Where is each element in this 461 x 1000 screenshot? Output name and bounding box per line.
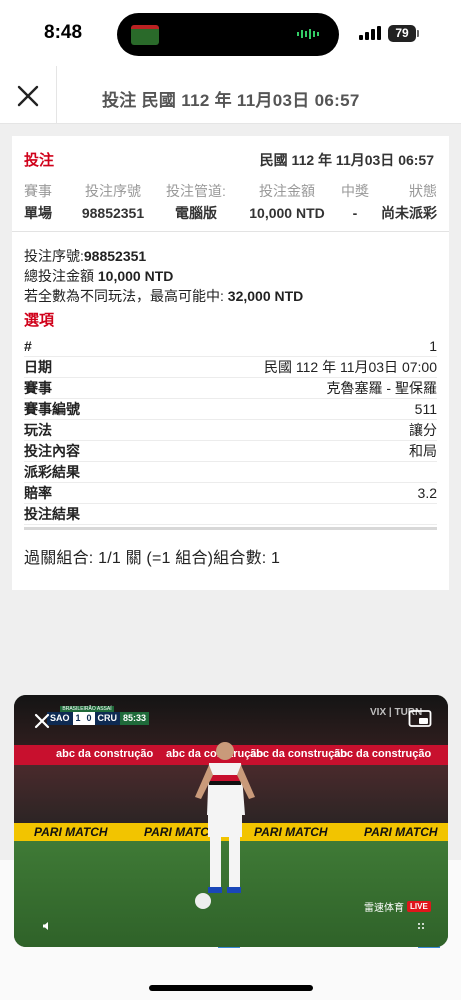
bet-summary: 投注 民國 112 年 11月03日 06:57 賽事 投注序號 投注管道: 投… [12, 136, 449, 232]
volume-icon[interactable] [42, 921, 52, 931]
soccer-player-figure [195, 742, 255, 909]
option-value: 1 [429, 338, 437, 354]
bet-date: 民國 112 年 11月03日 06:57 [259, 152, 434, 168]
battery-icon: 79 [388, 25, 416, 42]
bet-detail-card: 投注 民國 112 年 11月03日 06:57 賽事 投注序號 投注管道: 投… [12, 136, 449, 590]
summary-header: 狀態 [409, 183, 437, 199]
live-badge: LIVE [407, 901, 431, 912]
summary-value: 98852351 [81, 205, 145, 221]
away-score: 0 [83, 712, 95, 725]
options-title: 選項 [24, 312, 55, 329]
option-value: 讓分 [409, 422, 437, 438]
page-title: 投注 民國 112 年 11月03日 06:57 [102, 91, 360, 110]
total-line: 總投注金額 10,000 NTD [24, 266, 437, 286]
status-bar: 8:48 79 [0, 0, 461, 66]
option-key: 賠率 [24, 485, 52, 501]
option-row: 賽事 克魯塞羅 - 聖保羅 [24, 378, 437, 399]
bet-details: 投注序號:98852351 總投注金額 10,000 NTD 若全數為不同玩法，… [12, 232, 449, 568]
total-label: 總投注金額 [24, 268, 98, 284]
max-win-value: 32,000 NTD [227, 288, 304, 304]
home-score: 1 [72, 712, 84, 725]
option-value: 511 [414, 401, 437, 417]
option-key: 日期 [24, 359, 52, 375]
summary-header: 賽事 [24, 183, 52, 199]
summary-table: 賽事 投注序號 投注管道: 投注金額 中獎 狀態 單場 98852351 電腦版… [24, 180, 437, 224]
option-value: 3.2 [417, 485, 437, 501]
option-value: 和局 [409, 443, 437, 459]
close-icon[interactable] [32, 711, 52, 731]
summary-header-row: 賽事 投注序號 投注管道: 投注金額 中獎 狀態 [24, 180, 437, 202]
option-key: 派彩結果 [24, 464, 80, 480]
page-header: 投注 民國 112 年 11月03日 06:57 [0, 66, 461, 124]
match-clock: 85:33 [120, 712, 150, 725]
options-table: #1 日期 民國 112 年 11月03日 07:00 賽事 克魯塞羅 - 聖保羅 … [24, 336, 437, 530]
summary-value: 單場 [24, 205, 52, 221]
summary-value: - [352, 205, 358, 221]
option-key: 賽事編號 [24, 401, 80, 417]
watermark: 雷速体育 LIVE [364, 899, 431, 914]
summary-header: 投注序號 [85, 183, 141, 199]
options-divider [24, 527, 437, 530]
home-indicator[interactable] [149, 985, 313, 991]
pip-video-player[interactable]: abc da construção abc da construção abc … [14, 695, 448, 947]
combo-summary: 過關組合: 1/1 關 (=1 組合)組合數: 1 [24, 550, 281, 567]
serial-label: 投注序號: [24, 248, 84, 264]
option-row: #1 [24, 336, 437, 357]
option-row: 投注結果 [24, 504, 437, 525]
max-win-label: 若全數為不同玩法，最高可能中: [24, 288, 228, 304]
option-key: 賽事 [24, 380, 52, 396]
serial-value: 98852351 [83, 248, 147, 264]
summary-value: 10,000 NTD [249, 205, 325, 221]
option-key: 玩法 [24, 422, 52, 438]
watermark-text: 雷速体育 [364, 903, 404, 914]
option-row: 派彩結果 [24, 462, 437, 483]
option-row: 玩法 讓分 [24, 420, 437, 441]
sponsor-text: PARI MATCH [34, 825, 108, 839]
option-row: 賽事編號 511 [24, 399, 437, 420]
header-divider [56, 66, 57, 124]
pip-restore-icon[interactable] [408, 709, 432, 729]
option-row: 投注內容 和局 [24, 441, 437, 462]
summary-header: 投注金額 [259, 183, 315, 199]
summary-header: 投注管道: [166, 183, 226, 199]
option-key: 投注內容 [24, 443, 80, 459]
ad-text: abc da construção [56, 748, 154, 760]
close-icon[interactable] [10, 78, 46, 114]
serial-line: 投注序號:98852351 [24, 246, 437, 266]
max-win-line: 若全數為不同玩法，最高可能中: 32,000 NTD [24, 286, 437, 306]
option-row: 日期 民國 112 年 11月03日 07:00 [24, 357, 437, 378]
sponsor-text: PARI MATCH [364, 825, 438, 839]
ad-text: abc da construção [334, 748, 432, 760]
battery-tip [417, 30, 419, 37]
away-team: CRU [94, 712, 121, 725]
status-time: 8:48 [44, 22, 83, 43]
summary-value: 尚未派彩 [381, 205, 437, 221]
option-value: 克魯塞羅 - 聖保羅 [326, 380, 437, 396]
live-activity-thumbnail [131, 25, 159, 45]
drag-handle-icon[interactable] [416, 921, 426, 931]
option-key: # [24, 338, 32, 354]
scoreboard: SAO 1 0 CRU 85:33 [47, 712, 150, 725]
signal-icon [359, 26, 381, 40]
summary-value: 電腦版 [175, 205, 217, 221]
option-value: 民國 112 年 11月03日 07:00 [263, 359, 437, 375]
option-key: 投注結果 [24, 506, 80, 522]
audio-wave-icon [297, 29, 319, 39]
total-value: 10,000 NTD [97, 268, 174, 284]
option-row: 賠率 3.2 [24, 483, 437, 504]
dynamic-island[interactable] [117, 13, 339, 56]
summary-value-row: 單場 98852351 電腦版 10,000 NTD - 尚未派彩 [24, 202, 437, 224]
summary-header: 中獎 [341, 183, 369, 199]
